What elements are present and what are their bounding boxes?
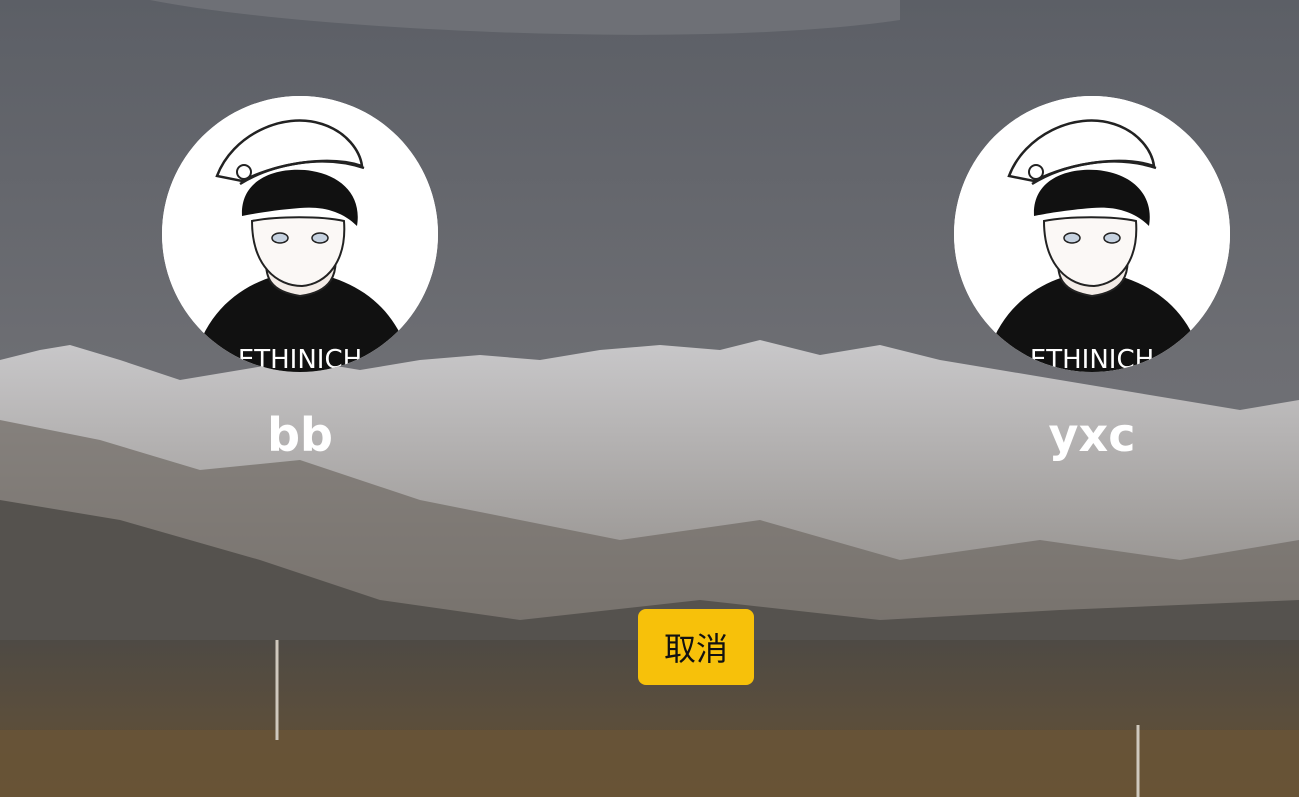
anime-boy-cap-avatar-icon: ETHINICH xyxy=(954,96,1230,372)
username-label: yxc xyxy=(1048,408,1136,462)
user-card-yxc[interactable]: ETHINICH yxc xyxy=(954,96,1230,461)
user-card-bb[interactable]: ETHINICH bb xyxy=(162,96,438,461)
shirt-text: ETHINICH xyxy=(1030,345,1154,372)
cancel-button[interactable]: 取消 xyxy=(638,609,754,685)
avatar[interactable]: ETHINICH xyxy=(162,96,438,372)
username-label: bb xyxy=(267,408,333,462)
avatar[interactable]: ETHINICH xyxy=(954,96,1230,372)
anime-boy-cap-avatar-icon: ETHINICH xyxy=(162,96,438,372)
shirt-text: ETHINICH xyxy=(238,345,362,372)
